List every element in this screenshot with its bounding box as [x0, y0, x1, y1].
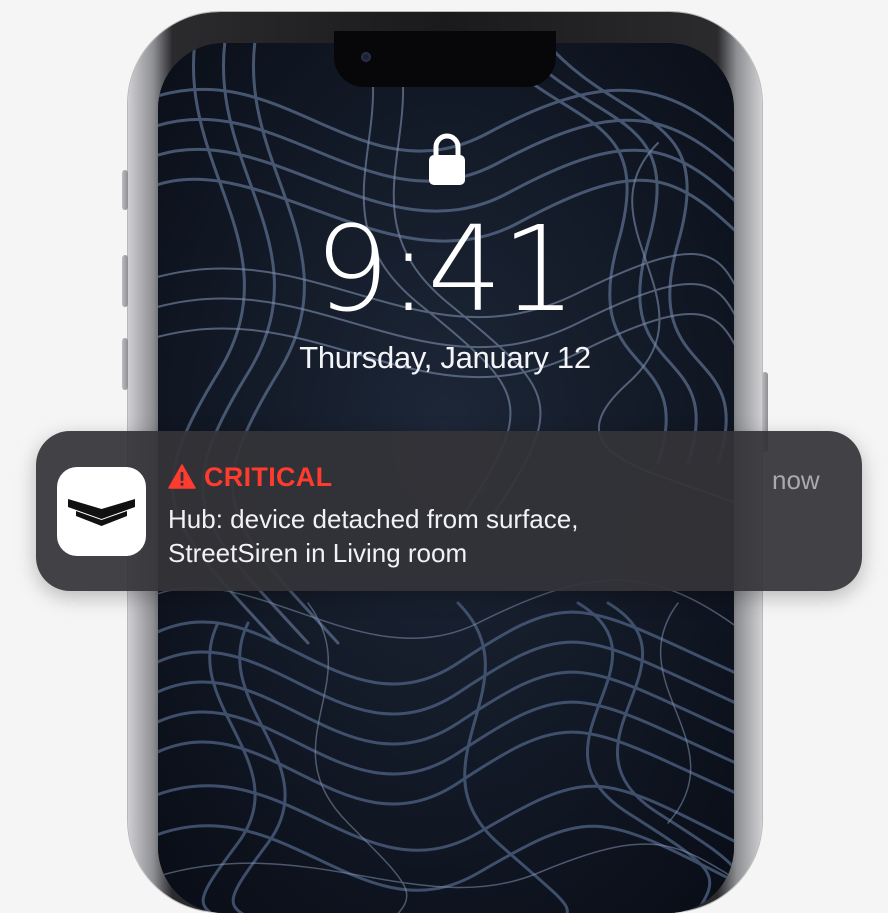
notification-timestamp: now — [772, 465, 820, 495]
lock-icon — [429, 133, 465, 185]
lock-screen-time: 9:41 — [314, 200, 577, 338]
notification-message-line-2: StreetSiren in Living room — [168, 538, 468, 568]
warning-triangle-icon — [168, 464, 196, 489]
volume-up-button — [122, 255, 128, 307]
notification-level: CRITICAL — [204, 461, 333, 492]
notification-level-row: CRITICAL — [168, 459, 332, 495]
lock-screen-date: Thursday, January 12 — [299, 340, 591, 375]
notification-message-line-1: Hub: device detached from surface, — [168, 504, 579, 534]
app-icon[interactable] — [57, 467, 146, 556]
silent-switch — [122, 170, 128, 210]
front-camera — [361, 52, 371, 62]
notification-message: Hub: device detached from surface, Stree… — [168, 502, 768, 570]
volume-down-button — [122, 338, 128, 390]
hexagon-logo-icon — [68, 499, 135, 526]
